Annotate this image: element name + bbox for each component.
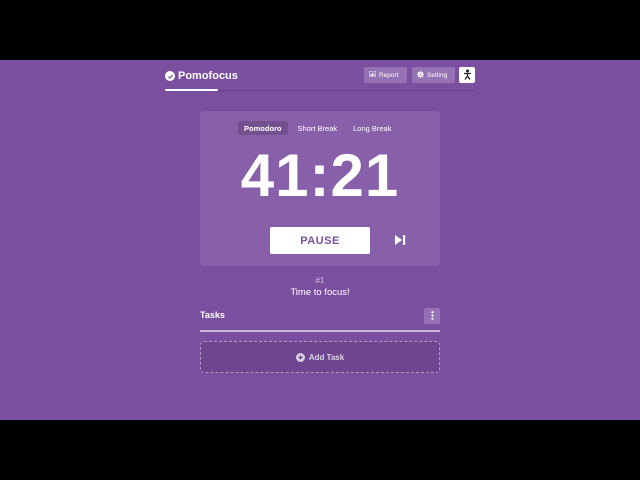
vertical-dots-icon xyxy=(430,307,434,325)
pause-button[interactable]: PAUSE xyxy=(270,227,370,254)
add-task-label: Add Task xyxy=(308,352,345,362)
user-icon xyxy=(463,69,472,82)
header: Pomofocus Report Setting xyxy=(165,60,475,91)
setting-label: Setting xyxy=(427,71,448,79)
add-task-button[interactable]: Add Task xyxy=(200,341,440,373)
header-progress-bar xyxy=(165,89,218,91)
bar-chart-icon xyxy=(368,70,377,79)
skip-next-icon xyxy=(393,234,407,251)
brand-logo[interactable]: Pomofocus xyxy=(165,68,238,84)
report-button[interactable]: Report xyxy=(364,67,407,83)
plus-circle-icon xyxy=(295,352,305,362)
tasks-divider xyxy=(200,330,440,332)
gear-icon xyxy=(417,70,424,80)
report-label: Report xyxy=(379,71,399,79)
check-circle-icon xyxy=(165,71,175,81)
setting-button[interactable]: Setting xyxy=(412,67,455,83)
tab-short-break[interactable]: Short Break xyxy=(292,121,344,135)
timer-display: 41:21 xyxy=(240,142,400,209)
timer-card: Pomodoro Short Break Long Break 41:21 PA… xyxy=(200,111,440,266)
round-counter[interactable]: #1 xyxy=(0,276,640,285)
app-name: Pomofocus xyxy=(178,70,238,82)
tab-long-break[interactable]: Long Break xyxy=(347,121,397,135)
app-window: Pomofocus Report Setting Pomodoro Short … xyxy=(0,60,640,420)
tab-pomodoro[interactable]: Pomodoro xyxy=(238,121,288,135)
tasks-menu-button[interactable] xyxy=(424,308,440,324)
user-button[interactable] xyxy=(459,67,475,83)
tasks-title: Tasks xyxy=(200,310,225,320)
skip-button[interactable] xyxy=(393,233,407,247)
focus-message: Time to focus! xyxy=(290,287,350,298)
mode-tabs: Pomodoro Short Break Long Break xyxy=(238,121,397,135)
